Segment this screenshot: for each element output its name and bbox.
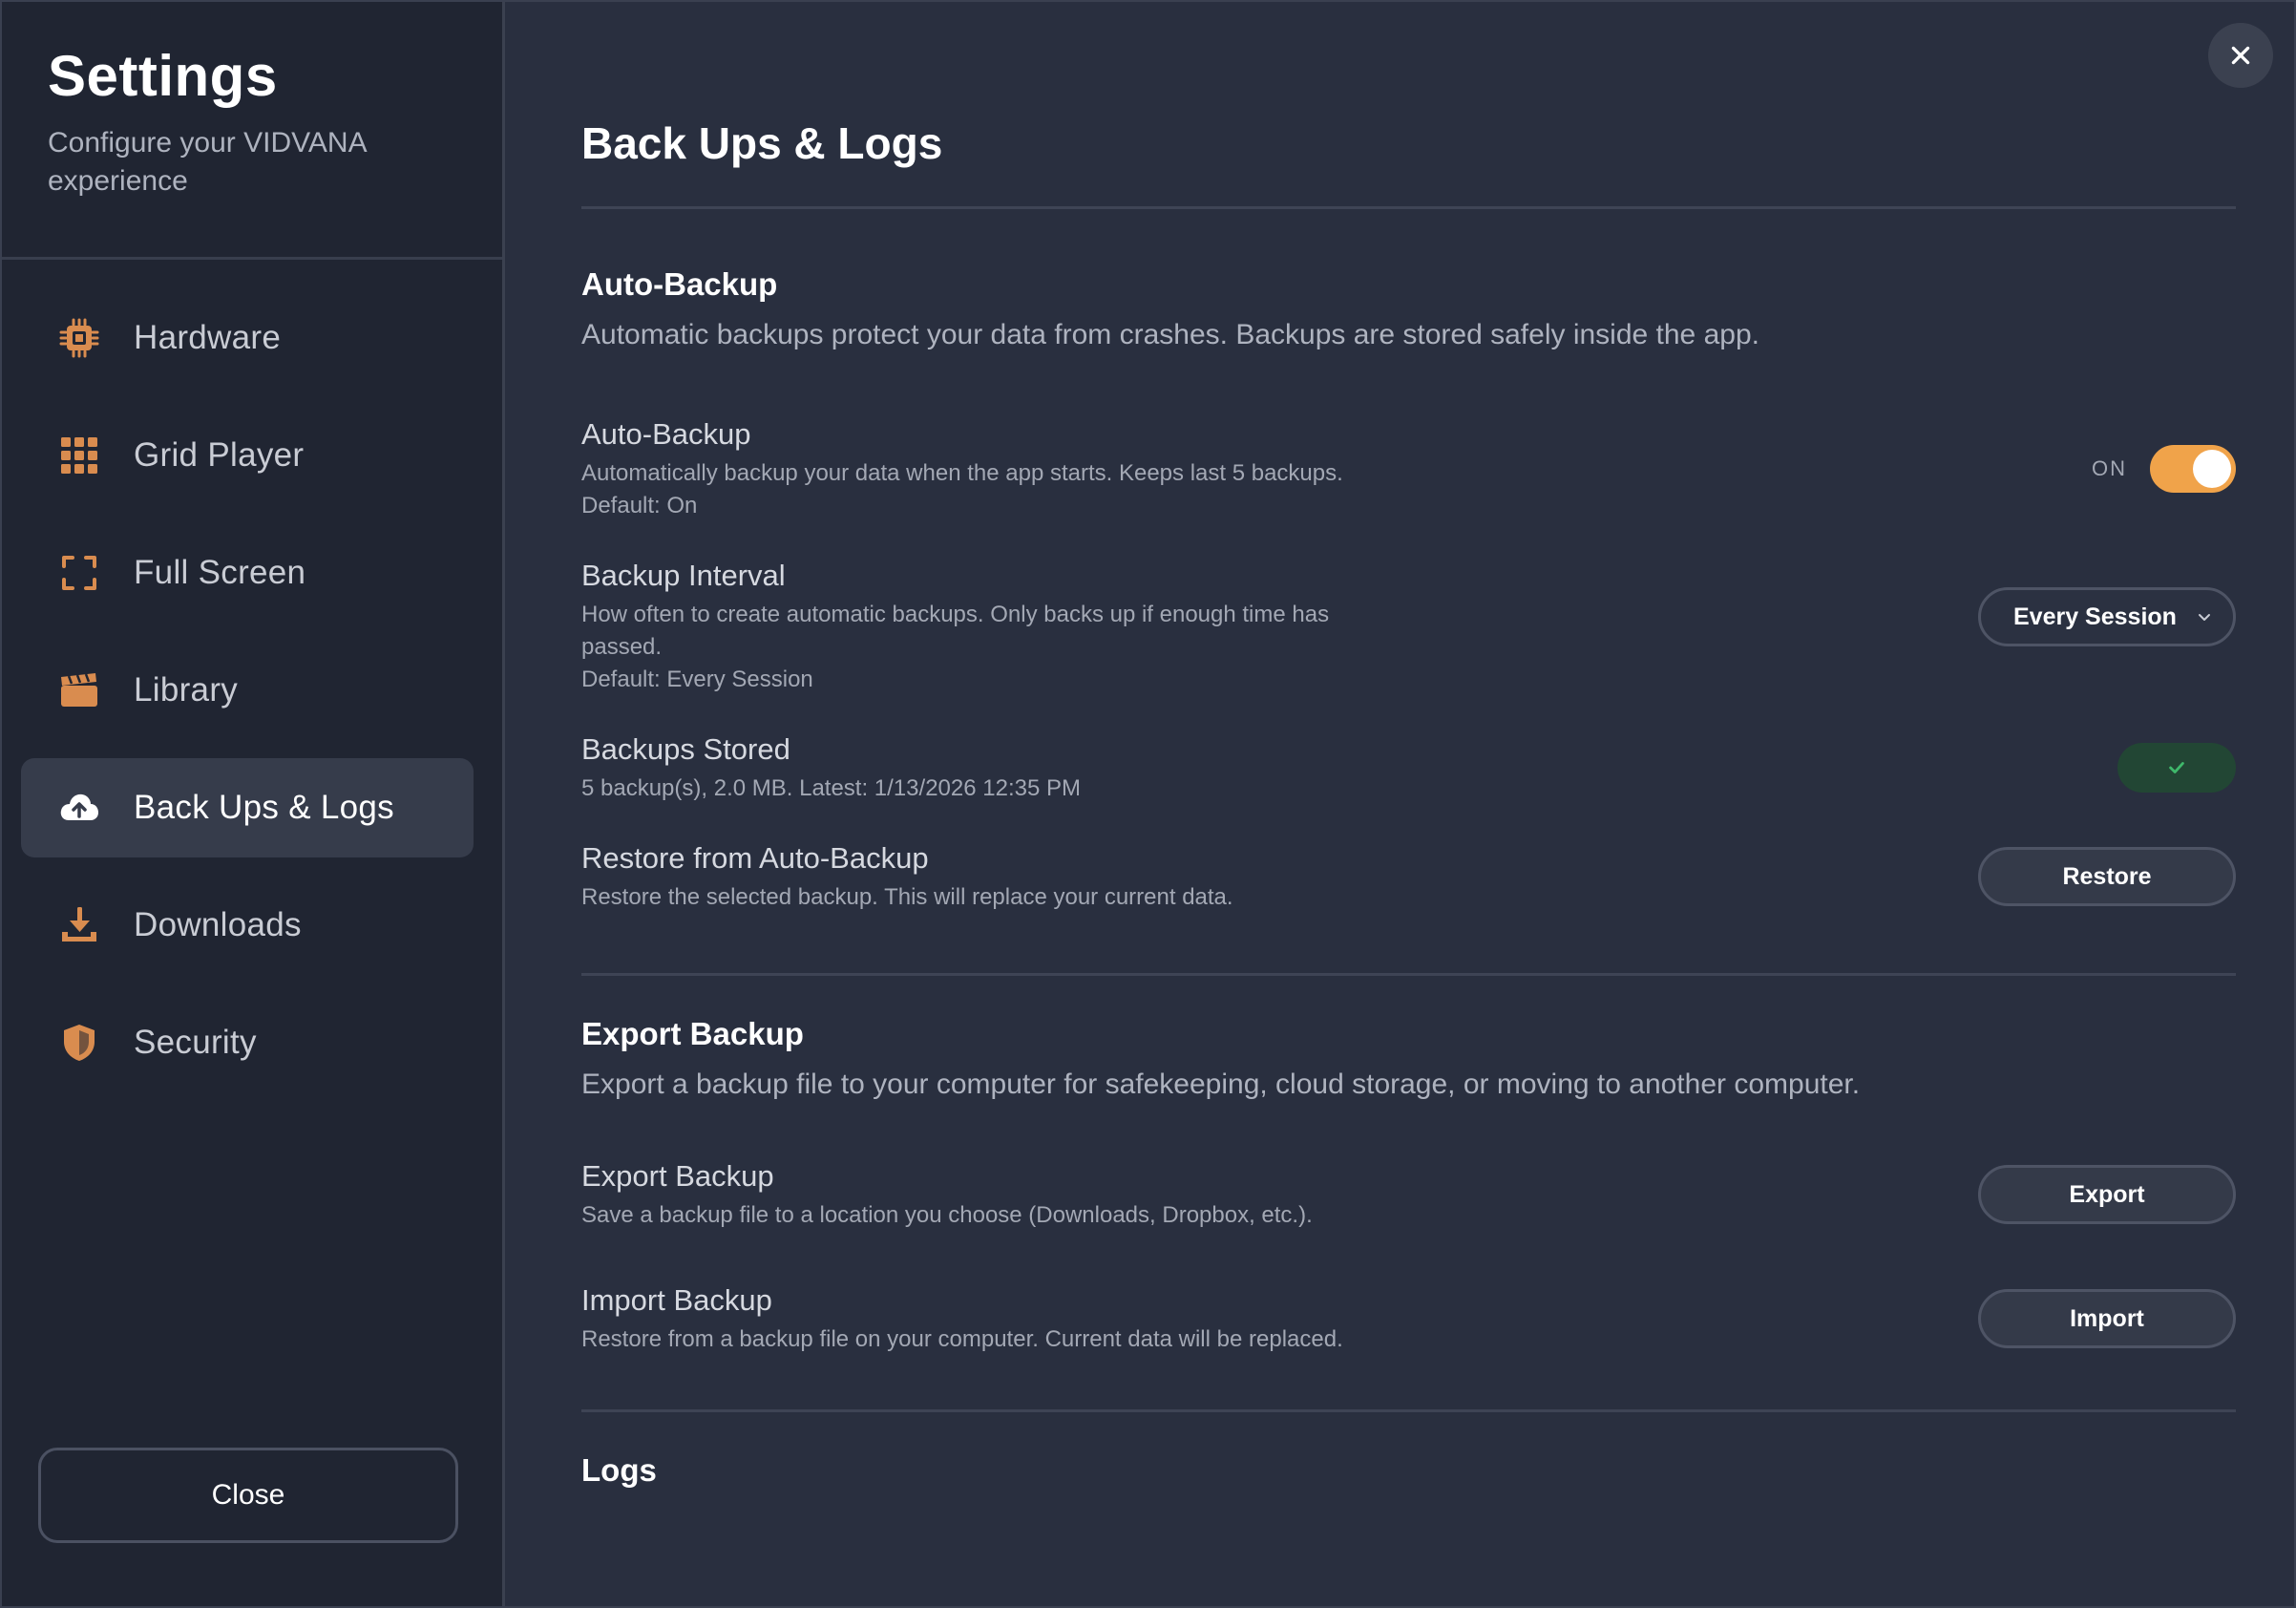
toggle-knob [2193, 450, 2231, 488]
export-section-header: Export Backup Export a backup file to yo… [581, 1014, 2236, 1104]
divider [581, 973, 2236, 976]
close-button[interactable]: Close [38, 1448, 458, 1543]
cloud-upload-icon [57, 786, 101, 830]
chip-icon [57, 316, 101, 360]
sidebar-item-label: Back Ups & Logs [134, 789, 394, 826]
logs-section-header: Logs [581, 1450, 2236, 1491]
sidebar-item-label: Grid Player [134, 436, 305, 474]
auto-backup-row: Auto-Backup Automatically backup your da… [581, 415, 2236, 522]
page-title: Back Ups & Logs [581, 118, 943, 168]
setting-text: Backup Interval How often to create auto… [581, 557, 1402, 696]
setting-text: Auto-Backup Automatically backup your da… [581, 415, 1402, 522]
sidebar-nav: Hardware Grid Player Full Screen Library… [21, 288, 474, 1111]
toggle-state-label: ON [2092, 456, 2127, 480]
sidebar-item-security[interactable]: Security [21, 993, 474, 1092]
sidebar-item-label: Security [134, 1024, 257, 1061]
clapperboard-icon [57, 668, 101, 712]
content-area: Back Ups & Logs Auto-Backup Automatic ba… [581, 2, 2236, 1491]
auto-backup-section-header: Auto-Backup Automatic backups protect yo… [581, 264, 2236, 354]
sidebar: Settings Configure your VIDVANA experien… [2, 2, 505, 1606]
section-description: Automatic backups protect your data from… [581, 319, 1759, 350]
main-panel: Back Ups & Logs Auto-Backup Automatic ba… [505, 2, 2294, 1606]
sidebar-item-downloads[interactable]: Downloads [21, 876, 474, 975]
section-title: Logs [581, 1452, 657, 1488]
setting-description: 5 backup(s), 2.0 MB. Latest: 1/13/2026 1… [581, 775, 1081, 801]
setting-description: Restore from a backup file on your compu… [581, 1326, 1343, 1352]
setting-description: Automatically backup your data when the … [581, 460, 1343, 486]
setting-default: Default: Every Session [581, 666, 813, 692]
sidebar-header: Settings Configure your VIDVANA experien… [2, 2, 502, 260]
sidebar-item-grid-player[interactable]: Grid Player [21, 406, 474, 505]
auto-backup-toggle-group: ON [2092, 445, 2236, 493]
sidebar-item-back-ups-logs[interactable]: Back Ups & Logs [21, 758, 474, 857]
sidebar-subtitle: Configure your VIDVANA experience [48, 127, 366, 197]
sidebar-item-label: Library [134, 671, 239, 709]
sidebar-item-full-screen[interactable]: Full Screen [21, 523, 474, 623]
setting-text: Backups Stored 5 backup(s), 2.0 MB. Late… [581, 730, 1402, 805]
shield-icon [57, 1021, 101, 1065]
status-badge [2117, 743, 2236, 793]
export-row: Export Backup Save a backup file to a lo… [581, 1157, 2236, 1232]
section-description: Export a backup file to your computer fo… [581, 1068, 1861, 1100]
setting-title: Auto-Backup [581, 417, 751, 451]
select-value: Every Session [2013, 603, 2177, 630]
export-button[interactable]: Export [1978, 1165, 2236, 1224]
setting-text: Restore from Auto-Backup Restore the sel… [581, 839, 1402, 914]
setting-description: Restore the selected backup. This will r… [581, 884, 1233, 910]
divider [581, 206, 2236, 209]
import-button[interactable]: Import [1978, 1289, 2236, 1348]
grid-icon [57, 434, 101, 477]
restore-row: Restore from Auto-Backup Restore the sel… [581, 839, 2236, 914]
download-icon [57, 903, 101, 947]
sidebar-item-label: Downloads [134, 906, 302, 943]
sidebar-item-hardware[interactable]: Hardware [21, 288, 474, 388]
sidebar-item-label: Hardware [134, 319, 282, 356]
section-title: Auto-Backup [581, 266, 778, 302]
setting-title: Export Backup [581, 1159, 774, 1193]
chevron-down-icon [2199, 614, 2210, 621]
settings-window: Settings Configure your VIDVANA experien… [0, 0, 2296, 1608]
fullscreen-icon [57, 551, 101, 595]
backups-stored-row: Backups Stored 5 backup(s), 2.0 MB. Late… [581, 730, 2236, 805]
sidebar-item-label: Full Screen [134, 554, 306, 591]
backup-interval-row: Backup Interval How often to create auto… [581, 557, 2236, 696]
setting-text: Export Backup Save a backup file to a lo… [581, 1157, 1402, 1232]
sidebar-item-library[interactable]: Library [21, 641, 474, 740]
setting-title: Backup Interval [581, 559, 786, 592]
auto-backup-toggle[interactable] [2150, 445, 2236, 493]
section-title: Export Backup [581, 1016, 804, 1051]
divider [581, 1409, 2236, 1412]
setting-title: Restore from Auto-Backup [581, 841, 929, 875]
sidebar-title: Settings [48, 44, 278, 108]
setting-description: How often to create automatic backups. O… [581, 602, 1330, 660]
setting-text: Import Backup Restore from a backup file… [581, 1281, 1402, 1356]
setting-title: Backups Stored [581, 732, 790, 766]
setting-description: Save a backup file to a location you cho… [581, 1202, 1313, 1228]
setting-title: Import Backup [581, 1283, 772, 1317]
backup-interval-select[interactable]: Every Session [1978, 587, 2236, 646]
check-icon [2169, 762, 2184, 773]
setting-default: Default: On [581, 493, 698, 518]
import-row: Import Backup Restore from a backup file… [581, 1281, 2236, 1356]
restore-button[interactable]: Restore [1978, 847, 2236, 906]
